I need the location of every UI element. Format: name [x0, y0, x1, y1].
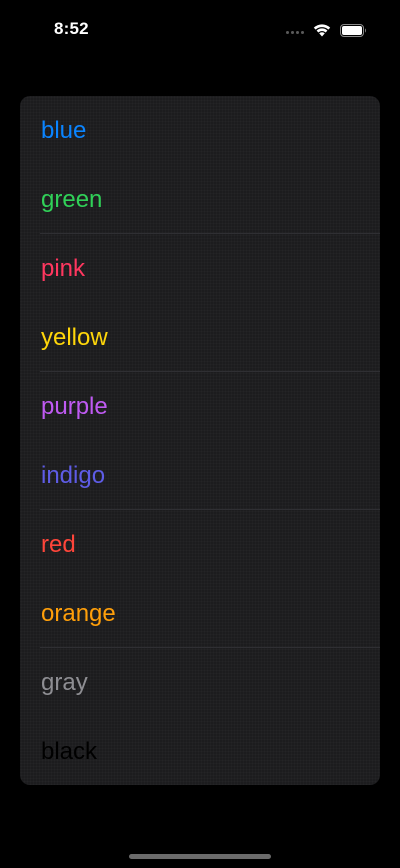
- list-item-label: red: [41, 530, 76, 558]
- list-item-gray[interactable]: gray: [20, 648, 380, 717]
- list-item-blue[interactable]: blue: [20, 96, 380, 165]
- list-item-label: yellow: [41, 323, 108, 351]
- color-list: blue green pink yellow purple indigo red…: [20, 96, 380, 785]
- list-item-label: orange: [41, 599, 116, 627]
- list-item-label: green: [41, 185, 103, 213]
- list-item-purple[interactable]: purple: [20, 372, 380, 441]
- list-item-orange[interactable]: orange: [20, 579, 380, 648]
- cellular-dots-icon: [286, 31, 304, 34]
- list-item-label: blue: [41, 116, 87, 144]
- list-item-indigo[interactable]: indigo: [20, 441, 380, 510]
- app-screen: 8:52 blue green pink yellow purple indig…: [0, 0, 400, 868]
- list-item-label: indigo: [41, 461, 106, 489]
- list-item-green[interactable]: green: [20, 165, 380, 234]
- status-time: 8:52: [54, 19, 89, 38]
- wifi-icon: [313, 24, 331, 37]
- status-bar: 8:52: [0, 0, 400, 60]
- list-item-black[interactable]: black: [20, 717, 380, 785]
- list-item-label: pink: [41, 254, 86, 282]
- list-item-pink[interactable]: pink: [20, 234, 380, 303]
- list-item-label: black: [41, 737, 98, 765]
- list-item-yellow[interactable]: yellow: [20, 303, 380, 372]
- list-item-red[interactable]: red: [20, 510, 380, 579]
- home-indicator[interactable]: [129, 854, 271, 859]
- battery-icon: [340, 24, 366, 37]
- list-item-label: gray: [41, 668, 88, 696]
- list-item-label: purple: [41, 392, 108, 420]
